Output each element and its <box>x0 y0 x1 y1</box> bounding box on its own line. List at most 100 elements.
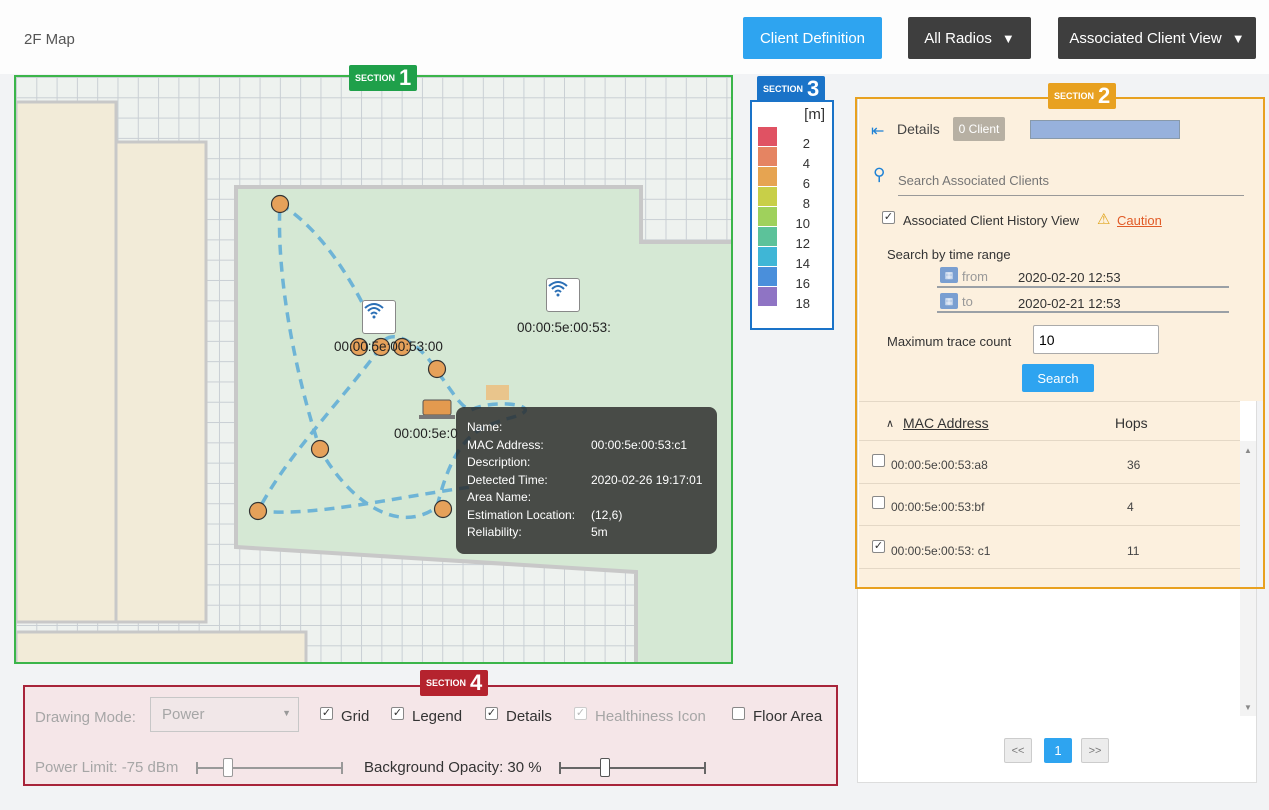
associated-client-view-dropdown[interactable]: Associated Client View ▼ <box>1058 17 1256 59</box>
scroll-down-icon[interactable]: ▼ <box>1244 703 1252 712</box>
hops-column-header: Hops <box>1115 415 1148 431</box>
legend-value: 10 <box>795 216 810 231</box>
floor-map[interactable]: 00:00:5e:00:53:00 00:00:5e:00:53: 00:00:… <box>14 75 733 664</box>
legend-unit: [m] <box>804 106 825 123</box>
tooltip-key: Estimation Location: <box>467 507 576 522</box>
bg-opacity-slider-thumb[interactable] <box>600 758 610 777</box>
row-mac: 00:00:5e:00:53:bf <box>891 500 985 514</box>
bg-opacity-slider[interactable] <box>559 767 706 769</box>
all-radios-dropdown[interactable]: All Radios ▼ <box>908 17 1031 59</box>
chevron-down-icon: ▼ <box>282 708 291 718</box>
section-4-tag: SECTION 4 <box>420 670 489 696</box>
table-scrollbar[interactable] <box>1240 441 1256 716</box>
divider <box>859 440 1240 441</box>
from-value[interactable]: 2020-02-20 12:53 <box>1018 270 1121 285</box>
search-associated-clients-input[interactable] <box>898 166 1244 196</box>
chevron-down-icon: ▼ <box>1231 30 1245 46</box>
slider-end <box>341 762 343 774</box>
search-button[interactable]: Search <box>1022 364 1094 392</box>
ap-mac-label: 00:00:5e:00:53: <box>517 320 611 335</box>
tooltip-key: Reliability: <box>467 525 522 539</box>
map-title: 2F Map <box>24 31 75 48</box>
from-label: from <box>962 269 988 284</box>
max-trace-input[interactable] <box>1033 325 1159 354</box>
collapse-icon[interactable]: ⇤ <box>871 121 884 141</box>
section-label: SECTION <box>426 678 467 688</box>
highlight-cell <box>486 385 509 400</box>
legend-value: 6 <box>802 176 810 191</box>
tooltip-key: MAC Address: <box>467 437 544 452</box>
to-value[interactable]: 2020-02-21 12:53 <box>1018 296 1121 311</box>
max-trace-label: Maximum trace count <box>887 334 1012 349</box>
legend-swatch <box>758 287 777 306</box>
slider-end <box>704 762 706 774</box>
legend-value: 18 <box>795 296 810 311</box>
sort-up-icon[interactable]: ∧ <box>886 417 894 430</box>
details-label: Details <box>897 121 940 137</box>
room-left-2 <box>114 140 208 624</box>
wifi-ap-icon[interactable] <box>546 278 580 312</box>
row-checkbox[interactable] <box>872 496 885 509</box>
legend-checkbox[interactable]: ✓ <box>391 707 404 720</box>
table-row-divider <box>859 525 1240 526</box>
legend-value: 16 <box>795 276 810 291</box>
all-radios-label: All Radios <box>924 29 992 47</box>
tooltip-value: 2020-02-26 19:17:01 <box>591 472 703 487</box>
trace-point <box>310 439 330 459</box>
search-icon: ⚲ <box>873 165 886 184</box>
scroll-up-icon[interactable]: ▲ <box>1244 446 1252 455</box>
details-checkbox-label: Details <box>506 708 552 725</box>
legend-value: 14 <box>795 256 810 271</box>
power-limit-label: Power Limit: -75 dBm <box>35 759 179 776</box>
power-limit-slider-thumb <box>223 758 233 777</box>
legend-value: 8 <box>802 196 810 211</box>
assoc-view-label: Associated Client View <box>1069 29 1222 47</box>
client-mac-label: 00:00:5e:0 <box>394 426 458 441</box>
mac-column-header[interactable]: MAC Address <box>903 415 989 431</box>
slider-end <box>559 762 561 774</box>
row-mac: 00:00:5e:00:53:a8 <box>891 458 988 472</box>
section-2-tag: SECTION 2 <box>1048 83 1117 109</box>
legend-label: Legend <box>412 708 463 725</box>
row-checkbox[interactable] <box>872 454 885 467</box>
calendar-icon[interactable]: ▦ <box>940 267 958 283</box>
to-label: to <box>962 294 973 309</box>
row-mac: 00:00:5e:00:53: c1 <box>891 544 991 558</box>
slider-end <box>196 762 198 774</box>
section-1-tag: SECTION 1 <box>349 65 418 91</box>
legend-swatch <box>758 167 777 186</box>
history-view-checkbox[interactable]: ✓ <box>882 211 895 224</box>
power-limit-slider <box>196 767 343 769</box>
details-checkbox[interactable]: ✓ <box>485 707 498 720</box>
row-checkbox[interactable]: ✓ <box>872 540 885 553</box>
tooltip-value: 00:00:5e:00:53:c1 <box>591 437 688 452</box>
history-view-label: Associated Client History View <box>903 213 1080 228</box>
page-1-button[interactable]: 1 <box>1044 738 1072 763</box>
tooltip-value: (12,6) <box>591 507 623 522</box>
legend-swatch <box>758 247 777 266</box>
drawing-mode-select[interactable]: Power ▼ <box>150 697 299 732</box>
client-definition-button[interactable]: Client Definition <box>743 17 882 59</box>
ap-mac-label: 00:00:5e:00:53:00 <box>334 339 443 354</box>
section-number: 2 <box>1098 83 1111 108</box>
floor-area-checkbox[interactable] <box>732 707 745 720</box>
wifi-ap-icon[interactable] <box>362 300 396 334</box>
from-underline <box>937 286 1229 288</box>
trace-point <box>427 359 447 379</box>
legend-value: 12 <box>795 236 810 251</box>
legend-swatch <box>758 187 777 206</box>
legend-swatch <box>758 127 777 146</box>
table-row-divider <box>859 483 1240 484</box>
tooltip-key: Area Name: <box>467 490 532 504</box>
section-number: 4 <box>470 670 483 695</box>
tooltip-key: Detected Time: <box>467 472 548 487</box>
client-count-badge: 0 Client <box>953 117 1005 141</box>
next-page-button[interactable]: >> <box>1081 738 1109 763</box>
room-bottom <box>16 630 308 662</box>
caution-link[interactable]: Caution <box>1117 213 1162 228</box>
calendar-icon[interactable]: ▦ <box>940 293 958 309</box>
client-tooltip: Name: MAC Address: 00:00:5e:00:53:c1 Desc… <box>456 407 717 554</box>
prev-page-button[interactable]: << <box>1004 738 1032 763</box>
grid-checkbox[interactable]: ✓ <box>320 707 333 720</box>
section-number: 3 <box>807 76 820 101</box>
